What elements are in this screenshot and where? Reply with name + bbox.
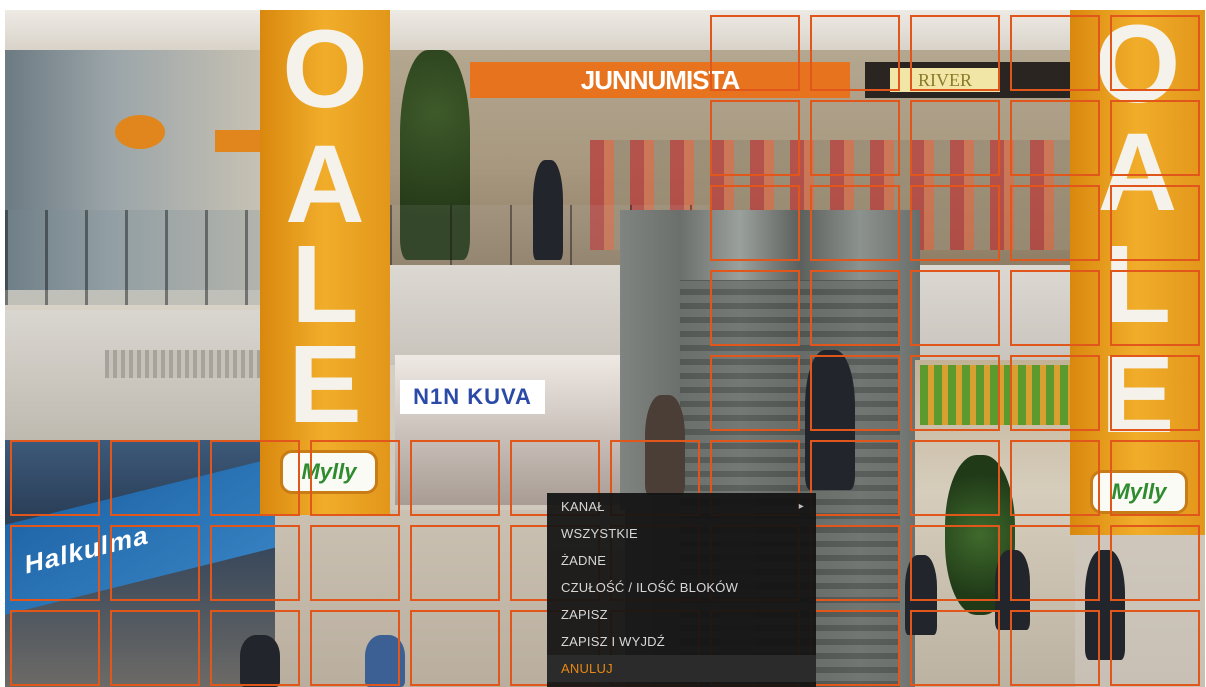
motion-grid-cell[interactable] [310, 525, 400, 601]
wall [5, 310, 275, 450]
motion-grid-cell[interactable] [910, 525, 1000, 601]
camera-viewport[interactable]: Halkulma JUNNUMISTA RIVER N1N KUVA O A L… [5, 10, 1205, 687]
motion-detection-context-menu: KANAŁ ▸ WSZYSTKIE ŻADNE CZUŁOŚĆ / ILOŚĆ … [547, 493, 816, 687]
menu-item-anuluj[interactable]: ANULUJ [547, 655, 816, 682]
motion-grid-cell[interactable] [1010, 525, 1100, 601]
motion-grid-cell[interactable] [110, 610, 200, 686]
motion-grid-cell[interactable] [1010, 355, 1100, 431]
motion-grid-cell[interactable] [410, 525, 500, 601]
motion-grid-cell[interactable] [10, 610, 100, 686]
motion-grid-cell[interactable] [910, 355, 1000, 431]
motion-grid-cell[interactable] [710, 100, 800, 176]
chevron-right-icon: ▸ [798, 501, 804, 512]
motion-grid-cell[interactable] [910, 15, 1000, 91]
motion-grid-cell[interactable] [110, 525, 200, 601]
motion-grid-cell[interactable] [910, 100, 1000, 176]
menu-item-kanal[interactable]: KANAŁ ▸ [547, 493, 816, 520]
motion-grid-cell[interactable] [810, 440, 900, 516]
motion-grid-cell[interactable] [410, 610, 500, 686]
menu-item-label: ZAPISZ I WYJDŹ [561, 634, 665, 649]
store-sign-kuva: N1N KUVA [400, 380, 545, 414]
motion-grid-cell[interactable] [210, 525, 300, 601]
store-sign [215, 130, 265, 152]
motion-grid-cell[interactable] [810, 100, 900, 176]
motion-grid-cell[interactable] [1110, 270, 1200, 346]
motion-grid-cell[interactable] [1110, 100, 1200, 176]
menu-item-zapisz[interactable]: ZAPISZ [547, 601, 816, 628]
banner-letter: O [282, 10, 368, 131]
motion-grid-cell[interactable] [1010, 100, 1100, 176]
motion-grid-cell[interactable] [710, 15, 800, 91]
motion-grid-cell[interactable] [310, 610, 400, 686]
menu-item-zadne[interactable]: ŻADNE [547, 547, 816, 574]
motion-grid-cell[interactable] [1010, 15, 1100, 91]
menu-item-wszystkie[interactable]: WSZYSTKIE [547, 520, 816, 547]
menu-item-label: CZUŁOŚĆ / ILOŚĆ BLOKÓW [561, 580, 739, 595]
motion-grid-cell[interactable] [910, 440, 1000, 516]
menu-item-label: ZAPISZ [561, 607, 608, 622]
motion-grid-cell[interactable] [1010, 185, 1100, 261]
motion-grid-cell[interactable] [410, 440, 500, 516]
motion-grid-cell[interactable] [1010, 270, 1100, 346]
vent [105, 350, 265, 378]
motion-grid-cell[interactable] [1110, 440, 1200, 516]
motion-grid-cell[interactable] [1010, 610, 1100, 686]
motion-grid-cell[interactable] [910, 610, 1000, 686]
menu-item-label: ANULUJ [561, 661, 613, 676]
motion-grid-cell[interactable] [210, 610, 300, 686]
glass-railing [5, 210, 270, 305]
menu-item-label: KANAŁ [561, 499, 605, 514]
motion-grid-cell[interactable] [710, 355, 800, 431]
motion-grid-cell[interactable] [910, 185, 1000, 261]
motion-grid-cell[interactable] [1110, 525, 1200, 601]
menu-item-label: ŻADNE [561, 553, 607, 568]
motion-grid-cell[interactable] [310, 440, 400, 516]
menu-item-label: WSZYSTKIE [561, 526, 638, 541]
menu-item-czulosc[interactable]: CZUŁOŚĆ / ILOŚĆ BLOKÓW [547, 574, 816, 601]
menu-item-zapisz-i-wyjdz[interactable]: ZAPISZ I WYJDŹ [547, 628, 816, 655]
motion-grid-cell[interactable] [810, 355, 900, 431]
motion-grid-cell[interactable] [210, 440, 300, 516]
person [533, 160, 563, 260]
motion-grid-cell[interactable] [10, 440, 100, 516]
motion-grid-cell[interactable] [110, 440, 200, 516]
motion-grid-cell[interactable] [1110, 610, 1200, 686]
motion-grid-cell[interactable] [810, 610, 900, 686]
motion-grid-cell[interactable] [710, 270, 800, 346]
motion-grid-cell[interactable] [710, 185, 800, 261]
motion-grid-cell[interactable] [810, 185, 900, 261]
motion-grid-cell[interactable] [1110, 15, 1200, 91]
store-sign-round [115, 115, 165, 149]
motion-grid-cell[interactable] [10, 525, 100, 601]
motion-grid-cell[interactable] [810, 525, 900, 601]
banner-letter: E [288, 323, 362, 446]
motion-grid-cell[interactable] [810, 15, 900, 91]
motion-grid-cell[interactable] [1110, 185, 1200, 261]
motion-grid-cell[interactable] [910, 270, 1000, 346]
motion-grid-cell[interactable] [1110, 355, 1200, 431]
motion-grid-cell[interactable] [810, 270, 900, 346]
motion-grid-cell[interactable] [1010, 440, 1100, 516]
